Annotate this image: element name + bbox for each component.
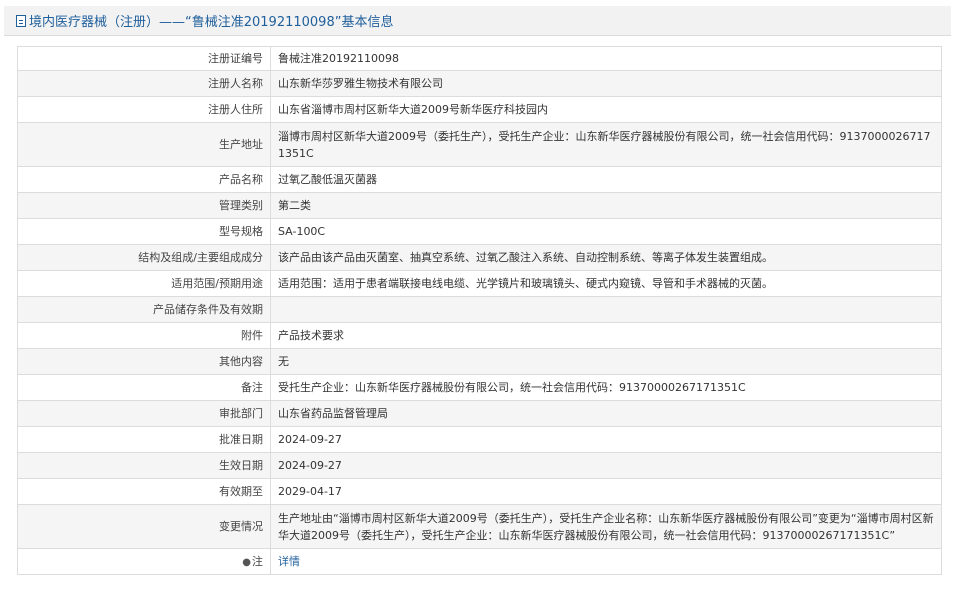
field-value: SA-100C: [270, 218, 942, 245]
table-row: 注册人名称 山东新华莎罗雅生物技术有限公司: [17, 70, 942, 97]
field-value: 鲁械注准20192110098: [270, 46, 942, 71]
table-row: 审批部门 山东省药品监督管理局: [17, 400, 942, 427]
field-value: 2029-04-17: [270, 478, 942, 505]
field-value: 山东省药品监督管理局: [270, 400, 942, 427]
field-value: [270, 296, 942, 323]
field-label: 批准日期: [17, 426, 271, 453]
field-value: 山东新华莎罗雅生物技术有限公司: [270, 70, 942, 97]
table-row: 结构及组成/主要组成成分 该产品由该产品由灭菌室、抽真空系统、过氧乙酸注入系统、…: [17, 244, 942, 271]
table-row: 生效日期 2024-09-27: [17, 452, 942, 479]
field-label: 适用范围/预期用途: [17, 270, 271, 297]
table-row: 产品储存条件及有效期: [17, 296, 942, 323]
table-row: 有效期至 2029-04-17: [17, 478, 942, 505]
field-value: 第二类: [270, 192, 942, 219]
table-row: 注册证编号 鲁械注准20192110098: [17, 46, 942, 71]
field-label: 有效期至: [17, 478, 271, 505]
field-value: 该产品由该产品由灭菌室、抽真空系统、过氧乙酸注入系统、自动控制系统、等离子体发生…: [270, 244, 942, 271]
field-value: 淄博市周村区新华大道2009号（委托生产），受托生产企业：山东新华医疗器械股份有…: [270, 122, 942, 167]
note-value-cell: 详情: [270, 548, 942, 575]
table-row: 管理类别 第二类: [17, 192, 942, 219]
field-value: 过氧乙酸低温灭菌器: [270, 166, 942, 193]
table-row: 其他内容 无: [17, 348, 942, 375]
table-row: 备注 受托生产企业：山东新华医疗器械股份有限公司，统一社会信用代码：913700…: [17, 374, 942, 401]
field-label: 注册证编号: [17, 46, 271, 71]
table-row: 变更情况 生产地址由“淄博市周村区新华大道2009号（委托生产），受托生产企业名…: [17, 504, 942, 549]
page-title: 境内医疗器械（注册）——“鲁械注准20192110098”基本信息: [29, 15, 394, 30]
field-value: 2024-09-27: [270, 426, 942, 453]
field-label: 其他内容: [17, 348, 271, 375]
field-value: 适用范围：适用于患者端联接电线电缆、光学镜片和玻璃镜头、硬式内窥镜、导管和手术器…: [270, 270, 942, 297]
field-label: 结构及组成/主要组成成分: [17, 244, 271, 271]
document-icon: [16, 14, 26, 27]
field-label: 管理类别: [17, 192, 271, 219]
field-label: 产品名称: [17, 166, 271, 193]
field-label: 变更情况: [17, 504, 271, 549]
table-row: 附件 产品技术要求: [17, 322, 942, 349]
field-label: 审批部门: [17, 400, 271, 427]
table-row: 型号规格 SA-100C: [17, 218, 942, 245]
field-value: 2024-09-27: [270, 452, 942, 479]
field-label: 产品储存条件及有效期: [17, 296, 271, 323]
table-row: 批准日期 2024-09-27: [17, 426, 942, 453]
field-value: 山东省淄博市周村区新华大道2009号新华医疗科技园内: [270, 96, 942, 123]
table-row: 产品名称 过氧乙酸低温灭菌器: [17, 166, 942, 193]
field-label: 备注: [17, 374, 271, 401]
field-value: 无: [270, 348, 942, 375]
table-row: 生产地址 淄博市周村区新华大道2009号（委托生产），受托生产企业：山东新华医疗…: [17, 122, 942, 167]
note-label: 注: [252, 554, 263, 568]
field-label: 生产地址: [17, 122, 271, 167]
field-label: 型号规格: [17, 218, 271, 245]
field-value: 受托生产企业：山东新华医疗器械股份有限公司，统一社会信用代码：913700002…: [270, 374, 942, 401]
field-label: 注册人住所: [17, 96, 271, 123]
pin-icon: ●: [242, 556, 251, 568]
field-label: 注册人名称: [17, 70, 271, 97]
field-value: 产品技术要求: [270, 322, 942, 349]
note-label-cell: ●注: [17, 548, 271, 575]
field-value: 生产地址由“淄博市周村区新华大道2009号（委托生产），受托生产企业名称：山东新…: [270, 504, 942, 549]
table-row: 注册人住所 山东省淄博市周村区新华大道2009号新华医疗科技园内: [17, 96, 942, 123]
table-row: ●注 详情: [17, 548, 942, 575]
details-link[interactable]: 详情: [278, 555, 300, 568]
field-label: 附件: [17, 322, 271, 349]
device-info-table: 注册证编号 鲁械注准20192110098 注册人名称 山东新华莎罗雅生物技术有…: [17, 46, 942, 575]
field-label: 生效日期: [17, 452, 271, 479]
table-row: 适用范围/预期用途 适用范围：适用于患者端联接电线电缆、光学镜片和玻璃镜头、硬式…: [17, 270, 942, 297]
page-title-bar: 境内医疗器械（注册）——“鲁械注准20192110098”基本信息: [4, 6, 951, 36]
